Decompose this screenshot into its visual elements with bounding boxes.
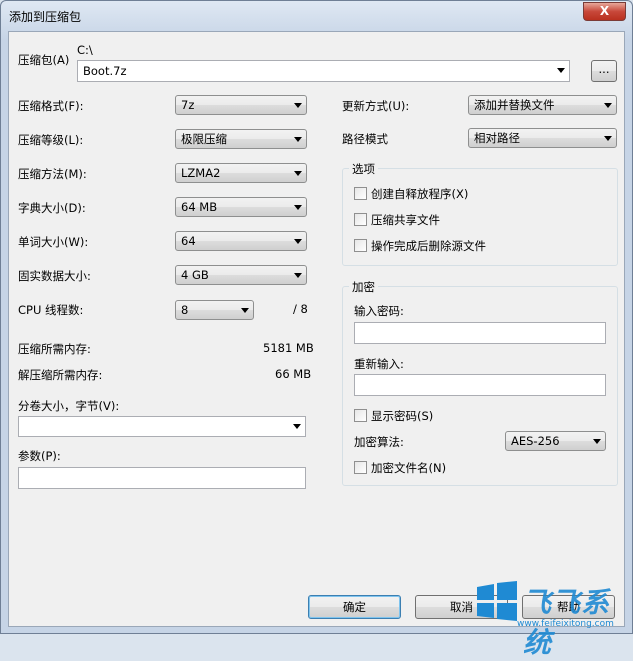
reenter-input[interactable] <box>354 374 606 396</box>
window-title: 添加到压缩包 <box>9 10 82 24</box>
method-value: LZMA2 <box>181 166 221 180</box>
threads-select[interactable]: 8 <box>175 300 254 320</box>
delete-after-checkbox[interactable] <box>354 239 367 252</box>
mem-compress-value: 5181 MB <box>263 341 314 355</box>
chevron-down-icon <box>294 239 302 244</box>
mem-decompress-value: 66 MB <box>275 367 312 381</box>
path-select[interactable]: 相对路径 <box>468 128 617 148</box>
params-label: 参数(P): <box>18 449 61 463</box>
chevron-down-icon <box>294 205 302 210</box>
path-value: 相对路径 <box>474 131 520 145</box>
shared-files-checkbox[interactable] <box>354 213 367 226</box>
enc-method-select[interactable]: AES-256 <box>505 431 606 451</box>
reenter-label: 重新输入: <box>354 357 404 371</box>
method-select[interactable]: LZMA2 <box>175 163 307 183</box>
encrypt-names-label: 加密文件名(N) <box>371 461 447 475</box>
word-value: 64 <box>181 234 196 248</box>
password-input[interactable] <box>354 322 606 344</box>
close-button[interactable]: X <box>583 2 626 21</box>
level-label: 压缩等级(L): <box>18 133 84 147</box>
solid-value: 4 GB <box>181 268 209 282</box>
update-label: 更新方式(U): <box>342 99 410 113</box>
encryption-group: 加密 输入密码: 重新输入: 显示密码(S) 加密算法: AES-256 加密文… <box>342 279 618 486</box>
format-value: 7z <box>181 98 195 112</box>
threads-label: CPU 线程数: <box>18 303 84 317</box>
volume-label: 分卷大小，字节(V): <box>18 399 120 413</box>
dict-select[interactable]: 64 MB <box>175 197 307 217</box>
mem-compress-label: 压缩所需内存: <box>18 342 91 356</box>
chevron-down-icon <box>294 103 302 108</box>
archive-label: 压缩包(A) <box>18 53 70 67</box>
chevron-down-icon <box>604 103 612 108</box>
chevron-down-icon <box>604 136 612 141</box>
solid-select[interactable]: 4 GB <box>175 265 307 285</box>
sfx-checkbox[interactable] <box>354 187 367 200</box>
method-label: 压缩方法(M): <box>18 167 87 181</box>
dialog-client-area: 压缩包(A) C:\ Boot.7z ... 压缩格式(F): 7z 压缩等级(… <box>8 31 625 627</box>
enc-method-label: 加密算法: <box>354 435 404 449</box>
level-select[interactable]: 极限压缩 <box>175 129 307 149</box>
dialog-window: 添加到压缩包 X 压缩包(A) C:\ Boot.7z ... 压缩格式(F):… <box>0 0 633 659</box>
archive-folder: C:\ <box>77 43 93 57</box>
enc-method-value: AES-256 <box>511 434 560 448</box>
show-password-checkbox[interactable] <box>354 409 367 422</box>
params-input[interactable] <box>18 467 306 489</box>
options-group: 选项 创建自释放程序(X) 压缩共享文件 操作完成后删除源文件 <box>342 161 618 266</box>
watermark-url: www.feifeixitong.com <box>517 619 614 629</box>
chevron-down-icon <box>593 439 601 444</box>
mem-decompress-label: 解压缩所需内存: <box>18 368 103 382</box>
dict-value: 64 MB <box>181 200 218 214</box>
ok-button[interactable]: 确定 <box>308 595 401 619</box>
threads-value: 8 <box>181 303 189 317</box>
sfx-label: 创建自释放程序(X) <box>371 187 469 201</box>
show-password-label: 显示密码(S) <box>371 409 434 423</box>
update-value: 添加并替换文件 <box>474 98 555 112</box>
level-value: 极限压缩 <box>181 132 227 146</box>
chevron-down-icon[interactable] <box>557 68 565 73</box>
chevron-down-icon <box>294 273 302 278</box>
volume-combo[interactable] <box>18 416 306 437</box>
format-label: 压缩格式(F): <box>18 99 84 113</box>
delete-after-label: 操作完成后删除源文件 <box>371 239 486 253</box>
solid-label: 固实数据大小: <box>18 269 91 283</box>
threads-max: / 8 <box>293 302 308 316</box>
chevron-down-icon <box>294 137 302 142</box>
shared-files-label: 压缩共享文件 <box>371 213 440 227</box>
encryption-title: 加密 <box>349 279 378 295</box>
title-bar[interactable]: 添加到压缩包 X <box>1 1 632 31</box>
dict-label: 字典大小(D): <box>18 201 86 215</box>
chevron-down-icon <box>294 171 302 176</box>
path-label: 路径模式 <box>342 132 388 146</box>
encrypt-names-checkbox[interactable] <box>354 461 367 474</box>
chevron-down-icon <box>241 308 249 313</box>
format-select[interactable]: 7z <box>175 95 307 115</box>
password-label: 输入密码: <box>354 304 404 318</box>
chevron-down-icon[interactable] <box>293 424 301 429</box>
word-label: 单词大小(W): <box>18 235 89 249</box>
update-select[interactable]: 添加并替换文件 <box>468 95 617 115</box>
archive-name-combo[interactable]: Boot.7z <box>77 60 570 82</box>
archive-filename: Boot.7z <box>83 64 127 78</box>
windows-logo-icon <box>477 581 517 621</box>
browse-button[interactable]: ... <box>591 60 617 82</box>
watermark-logo: 飞飞系统 www.feifeixitong.com <box>471 579 631 659</box>
word-select[interactable]: 64 <box>175 231 307 251</box>
options-title: 选项 <box>349 161 378 177</box>
